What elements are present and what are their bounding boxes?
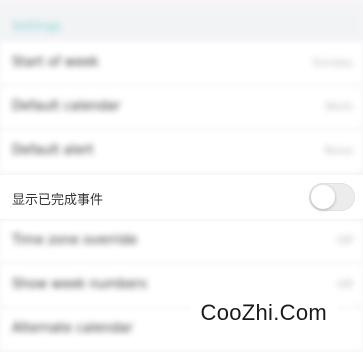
row-label: Alternate calendar <box>12 321 133 336</box>
settings-row-week-start[interactable]: Start of week Sunday <box>0 42 363 86</box>
row-label: Time zone override <box>12 233 138 248</box>
show-completed-toggle[interactable] <box>309 183 355 211</box>
row-value: Work <box>325 100 353 113</box>
row-label: Start of week <box>12 55 99 70</box>
toggle-knob <box>311 185 335 209</box>
settings-row-show-completed: 显示已完成事件 <box>0 175 363 220</box>
row-label: Default calendar <box>12 99 121 114</box>
row-value: Sunday <box>311 56 353 69</box>
settings-row-time-zone[interactable]: Time zone override Off <box>0 220 363 264</box>
watermark: CooZhi.Com <box>190 296 337 330</box>
settings-screen: Settings Start of week Sunday Default ca… <box>0 0 363 352</box>
row-label: Default alert <box>12 143 94 158</box>
row-value: Off <box>336 234 353 247</box>
row-label: Show week numbers <box>12 277 148 292</box>
section-header: Settings <box>0 10 363 42</box>
settings-row-default-alert[interactable]: Default alert None <box>0 130 363 174</box>
section-header-text: Settings <box>12 19 62 33</box>
row-value: None <box>324 144 353 157</box>
row-value: Off <box>336 278 353 291</box>
show-completed-label: 显示已完成事件 <box>12 193 104 208</box>
settings-row-default-calendar[interactable]: Default calendar Work <box>0 86 363 130</box>
